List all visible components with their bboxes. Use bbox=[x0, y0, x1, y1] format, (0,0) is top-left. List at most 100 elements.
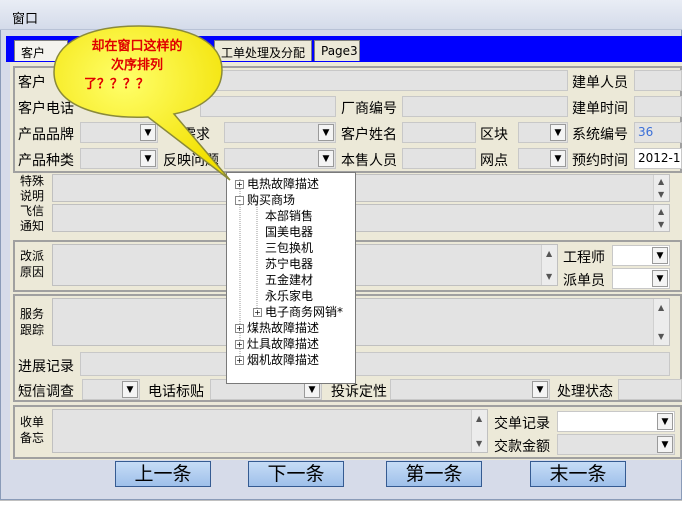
tree-item-label: 国美电器 bbox=[265, 225, 314, 239]
feedback-tree-dropdown[interactable]: + 电热故障描述 - 购买商场 本部销售 国美电器 三包换机 苏宁电器 五金建材 永乐家电 + 电子商… bbox=[226, 172, 356, 384]
phone-sticker-label: 电话标贴 bbox=[148, 384, 204, 400]
tree-item[interactable]: 五金建材 bbox=[265, 271, 313, 288]
expand-icon[interactable]: + bbox=[253, 308, 262, 317]
amount-select[interactable]: ▼ bbox=[557, 434, 675, 455]
tree-item-label: 本部销售 bbox=[265, 209, 314, 223]
tree-item[interactable]: 永乐家电 bbox=[265, 287, 313, 304]
dispatcher-label: 派单员 bbox=[563, 273, 605, 289]
tree-item-label: 购买商场 bbox=[247, 193, 296, 207]
tree-item[interactable]: - 购买商场 bbox=[235, 191, 295, 208]
tree-item-label: 三包换机 bbox=[265, 241, 314, 255]
callout-text: 却在窗口这样的 次序排列 了？？？？ bbox=[62, 37, 212, 94]
service-memo[interactable]: ▲ ▼ bbox=[52, 298, 670, 346]
reassign-label: 改派原因 bbox=[20, 249, 45, 279]
amount-label: 交款金额 bbox=[494, 439, 550, 455]
last-record-button[interactable]: 末一条 bbox=[530, 461, 626, 487]
callout-line: 了？？？？ bbox=[84, 77, 150, 92]
appointment-field[interactable]: 2012-10 bbox=[634, 148, 682, 169]
tree-item[interactable]: 国美电器 bbox=[265, 223, 313, 240]
callout-line: 却在窗口这样的 bbox=[91, 39, 183, 54]
progress-field[interactable] bbox=[80, 352, 670, 376]
customer-name-field[interactable] bbox=[402, 122, 476, 143]
flyer-label: 飞信通知 bbox=[20, 204, 45, 233]
tree-item-label: 五金建材 bbox=[265, 273, 314, 287]
status-label: 处理状态 bbox=[557, 384, 613, 400]
tab-page3[interactable]: Page3 bbox=[314, 40, 360, 61]
tree-item[interactable]: 苏宁电器 bbox=[265, 255, 313, 272]
sms-label: 短信调查 bbox=[18, 384, 74, 400]
outlet-select[interactable]: ▼ bbox=[518, 148, 568, 169]
status-field[interactable] bbox=[618, 379, 682, 400]
tree-item[interactable]: + 电热故障描述 bbox=[235, 175, 319, 192]
tree-item[interactable]: 三包换机 bbox=[265, 239, 313, 256]
expand-icon[interactable]: + bbox=[235, 180, 244, 189]
tree-item-label: 苏宁电器 bbox=[265, 257, 314, 271]
collapse-icon[interactable]: - bbox=[235, 196, 244, 205]
tree-item-label: 烟机故障描述 bbox=[247, 353, 320, 367]
first-record-button[interactable]: 第一条 bbox=[386, 461, 482, 487]
tree-item[interactable]: + 煤热故障描述 bbox=[235, 319, 319, 336]
customer-name-label: 客户姓名 bbox=[341, 127, 397, 143]
chevron-down-icon[interactable]: ▼ bbox=[652, 247, 668, 264]
expand-icon[interactable]: + bbox=[235, 324, 244, 333]
sheet-grid-strip bbox=[0, 500, 682, 524]
appointment-label: 预约时间 bbox=[572, 153, 628, 169]
dispatcher-select[interactable]: ▼ bbox=[612, 268, 670, 289]
chevron-down-icon[interactable]: ▼ bbox=[657, 436, 673, 453]
service-label: 服务跟踪 bbox=[20, 307, 45, 337]
handover-label: 交单记录 bbox=[494, 416, 550, 432]
window-title: 窗口 bbox=[12, 12, 39, 27]
chevron-down-icon[interactable]: ▼ bbox=[652, 270, 668, 287]
scrollbar[interactable]: ▲ ▼ bbox=[653, 175, 669, 201]
handover-select[interactable]: ▼ bbox=[557, 411, 675, 432]
scrollbar[interactable]: ▲ ▼ bbox=[653, 205, 669, 231]
tree-item-label: 电热故障描述 bbox=[247, 177, 320, 191]
expand-icon[interactable]: + bbox=[235, 340, 244, 349]
sms-select[interactable]: ▼ bbox=[82, 379, 140, 400]
tree-item-label: 灶具故障描述 bbox=[247, 337, 320, 351]
tree-item-label: 电子商务网销* bbox=[265, 305, 344, 319]
outlet-label: 网点 bbox=[480, 153, 508, 169]
chevron-down-icon[interactable]: ▼ bbox=[532, 381, 548, 398]
chevron-down-icon[interactable]: ▼ bbox=[318, 124, 334, 141]
creator-field[interactable] bbox=[634, 70, 682, 91]
tree-item-label: 永乐家电 bbox=[265, 289, 314, 303]
vendor-no-label: 厂商编号 bbox=[341, 101, 397, 117]
block-label: 区块 bbox=[480, 127, 508, 143]
system-no-field[interactable]: 36 bbox=[634, 122, 682, 143]
feedback-select[interactable]: ▼ bbox=[224, 148, 336, 169]
chevron-down-icon[interactable]: ▼ bbox=[550, 150, 566, 167]
seller-label: 本售人员 bbox=[341, 153, 397, 169]
seller-field[interactable] bbox=[402, 148, 476, 169]
scrollbar[interactable]: ▲ ▼ bbox=[541, 245, 557, 285]
receipt-memo[interactable]: ▲ ▼ bbox=[52, 409, 488, 453]
prev-record-button[interactable]: 上一条 bbox=[115, 461, 211, 487]
tree-item[interactable]: + 灶具故障描述 bbox=[235, 335, 319, 352]
engineer-select[interactable]: ▼ bbox=[612, 245, 670, 266]
chevron-down-icon[interactable]: ▼ bbox=[318, 150, 334, 167]
chevron-down-icon[interactable]: ▼ bbox=[550, 124, 566, 141]
scrollbar[interactable]: ▲ ▼ bbox=[471, 410, 487, 452]
creator-label: 建单人员 bbox=[572, 75, 628, 91]
scrollbar[interactable]: ▲ ▼ bbox=[653, 299, 669, 345]
engineer-label: 工程师 bbox=[563, 250, 605, 266]
vendor-no-field[interactable] bbox=[402, 96, 568, 117]
flyer-memo[interactable]: ▲ ▼ bbox=[52, 204, 670, 232]
tree-item[interactable]: 本部销售 bbox=[265, 207, 313, 224]
chevron-down-icon[interactable]: ▼ bbox=[657, 413, 673, 430]
callout-line: 次序排列 bbox=[110, 58, 163, 73]
tree-item[interactable]: + 烟机故障描述 bbox=[235, 351, 319, 368]
receipt-label: 收单备忘 bbox=[20, 415, 45, 445]
block-select[interactable]: ▼ bbox=[518, 122, 568, 143]
tree-item[interactable]: + 电子商务网销* bbox=[253, 303, 343, 320]
chevron-down-icon[interactable]: ▼ bbox=[122, 381, 138, 398]
customer-address-field[interactable] bbox=[200, 70, 568, 91]
next-record-button[interactable]: 下一条 bbox=[248, 461, 344, 487]
tree-item-label: 煤热故障描述 bbox=[247, 321, 320, 335]
demand-select[interactable]: ▼ bbox=[224, 122, 336, 143]
create-time-field[interactable] bbox=[634, 96, 682, 117]
complaint-select[interactable]: ▼ bbox=[390, 379, 550, 400]
progress-label: 进展记录 bbox=[18, 359, 74, 375]
system-no-label: 系统编号 bbox=[572, 127, 628, 143]
expand-icon[interactable]: + bbox=[235, 356, 244, 365]
